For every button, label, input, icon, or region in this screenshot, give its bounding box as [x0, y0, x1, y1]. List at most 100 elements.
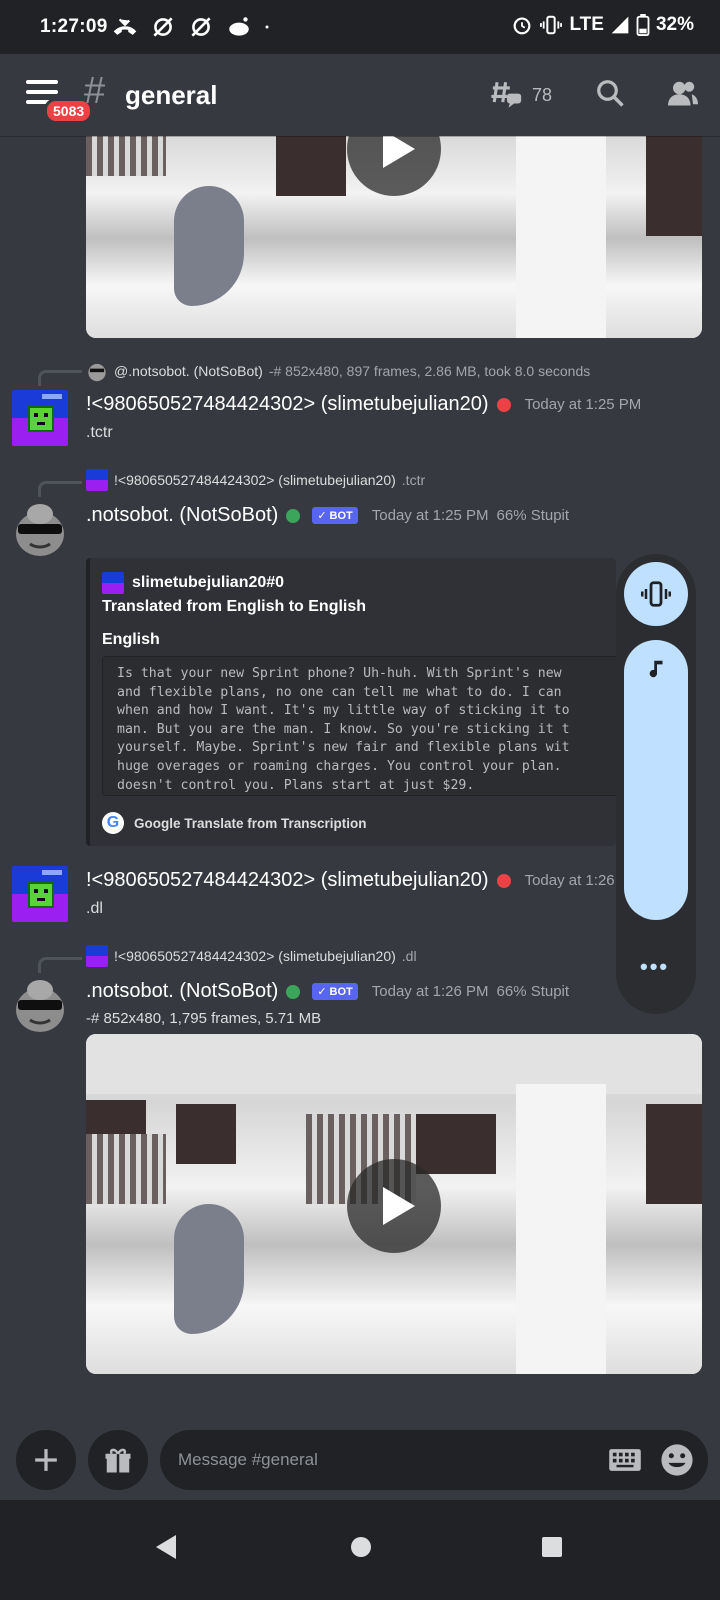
embed-footer: G Google Translate from Transcription [102, 812, 367, 834]
reply-connector [38, 481, 82, 497]
reply-preview[interactable]: !<980650527484424302> (slimetubejulian20… [86, 469, 425, 491]
gift-button[interactable] [88, 1430, 148, 1490]
embed-title: Translated from English to English [102, 598, 367, 615]
reply-text: .dl [401, 948, 417, 964]
threads-button[interactable]: 78 [490, 78, 552, 112]
battery-icon [636, 14, 650, 36]
home-icon[interactable] [349, 1534, 373, 1560]
message-text: .dl [86, 900, 103, 917]
reply-preview[interactable]: @.notsobot. (NotSoBot) -# 852x480, 897 f… [86, 360, 590, 382]
channel-hash-icon: # [84, 70, 106, 112]
reply-author: @.notsobot. (NotSoBot) [114, 363, 263, 379]
search-icon[interactable] [595, 78, 625, 108]
translation-embed: slimetubejulian20#0 Translated from Engl… [86, 558, 616, 846]
avatar-mini [86, 469, 108, 491]
channel-header: 5083 # general 78 [0, 54, 720, 136]
avatar-mini [102, 572, 124, 594]
status-online-icon [286, 508, 301, 523]
music-note-icon [649, 660, 663, 678]
avatar-mini [86, 360, 108, 382]
message-extra: 66% Stupit [496, 507, 570, 524]
message-extra: 66% Stupit [496, 983, 570, 1000]
timestamp: Today at 1:25 PM [371, 507, 489, 524]
media-volume-slider[interactable] [624, 640, 688, 920]
avatar-mini [86, 945, 108, 967]
recents-icon[interactable] [540, 1534, 564, 1560]
notification-icons [112, 14, 276, 40]
google-icon: G [102, 812, 124, 834]
author-name[interactable]: !<980650527484424302> (slimetubejulian20… [86, 869, 489, 892]
embed-author-name: slimetubejulian20#0 [132, 574, 285, 591]
signal-icon [611, 16, 629, 34]
battery-percent: 32% [655, 14, 694, 35]
status-time: 1:27:09 [40, 16, 108, 37]
timestamp: Today at 1:26 PM [371, 983, 489, 1000]
message-text: .tctr [86, 424, 113, 441]
reddit-icon [229, 17, 249, 36]
threads-icon [491, 82, 522, 108]
channel-title: general [125, 80, 218, 110]
author-name[interactable]: !<980650527484424302> (slimetubejulian20… [86, 393, 489, 416]
back-icon[interactable] [154, 1534, 178, 1560]
message-text: -# 852x480, 1,795 frames, 5.71 MB [86, 1010, 322, 1027]
more-options-icon[interactable]: ••• [640, 954, 669, 980]
embed-field-name: English [102, 631, 160, 648]
avatar[interactable] [12, 390, 68, 446]
message-input[interactable] [178, 1430, 558, 1490]
embed-code-block: Is that your new Sprint phone? Uh-huh. W… [102, 656, 616, 796]
message-box [160, 1430, 708, 1490]
bot-tag: BOT [329, 509, 353, 522]
threads-count: 78 [532, 84, 553, 105]
status-right: LTE 32% [511, 14, 694, 36]
message-feed: @.notsobot. (NotSoBot) -# 852x480, 897 f… [0, 136, 720, 1426]
avatar[interactable] [12, 976, 68, 1032]
sync-off-icon [153, 17, 173, 37]
avatar[interactable] [12, 500, 68, 556]
emoji-icon[interactable] [660, 1443, 694, 1477]
vibrate-icon [641, 581, 671, 607]
reply-text: -# 852x480, 897 frames, 2.86 MB, took 8.… [268, 363, 591, 379]
status-dnd-icon [496, 397, 511, 412]
vibrate-icon [540, 15, 563, 35]
bot-badge: ✓ BOT [312, 507, 358, 524]
missed-call-icon [113, 18, 137, 35]
embed-author: slimetubejulian20#0 [102, 572, 284, 594]
message-input-bar [0, 1426, 720, 1500]
status-online-icon [286, 984, 301, 999]
reply-author: !<980650527484424302> (slimetubejulian20… [114, 472, 396, 488]
reply-preview[interactable]: !<980650527484424302> (slimetubejulian20… [86, 945, 417, 967]
ringer-mode-button[interactable] [624, 562, 688, 626]
video-attachment[interactable] [86, 1034, 702, 1374]
reply-connector [38, 957, 82, 973]
network-type: LTE [569, 14, 604, 35]
avatar[interactable] [12, 866, 68, 922]
bot-badge: ✓ BOT [312, 983, 358, 1000]
message-header: !<980650527484424302> (slimetubejulian20… [86, 869, 641, 892]
message-header: .notsobot. (NotSoBot) ✓ BOT Today at 1:26… [86, 980, 569, 1003]
author-name[interactable]: .notsobot. (NotSoBot) [86, 504, 278, 527]
members-icon[interactable] [666, 78, 700, 108]
status-bar: 1:27:09 LTE 32% [0, 0, 720, 54]
embed-footer-text: Google Translate from Transcription [134, 815, 367, 831]
check-icon: ✓ [317, 986, 327, 998]
gift-icon [105, 1448, 131, 1473]
reply-author: !<980650527484424302> (slimetubejulian20… [114, 948, 396, 964]
message-header: .notsobot. (NotSoBot) ✓ BOT Today at 1:25… [86, 504, 569, 527]
sync-off-icon-2 [191, 17, 211, 37]
status-dnd-icon [496, 873, 511, 888]
add-attachment-button[interactable] [16, 1430, 76, 1490]
bot-tag: BOT [329, 985, 353, 998]
system-nav-bar [0, 1500, 720, 1600]
volume-panel: ••• [616, 554, 696, 1014]
plus-icon [35, 1449, 57, 1471]
author-name[interactable]: .notsobot. (NotSoBot) [86, 980, 278, 1003]
keyboard-icon[interactable] [608, 1446, 642, 1474]
message-header: !<980650527484424302> (slimetubejulian20… [86, 393, 641, 416]
play-button[interactable] [347, 1159, 441, 1253]
timestamp: Today at 1:25 PM [524, 396, 642, 413]
video-attachment-top[interactable] [86, 136, 702, 338]
reply-connector [38, 370, 82, 386]
alarm-icon [514, 17, 531, 35]
check-icon: ✓ [317, 510, 327, 522]
reply-text: .tctr [401, 472, 426, 488]
